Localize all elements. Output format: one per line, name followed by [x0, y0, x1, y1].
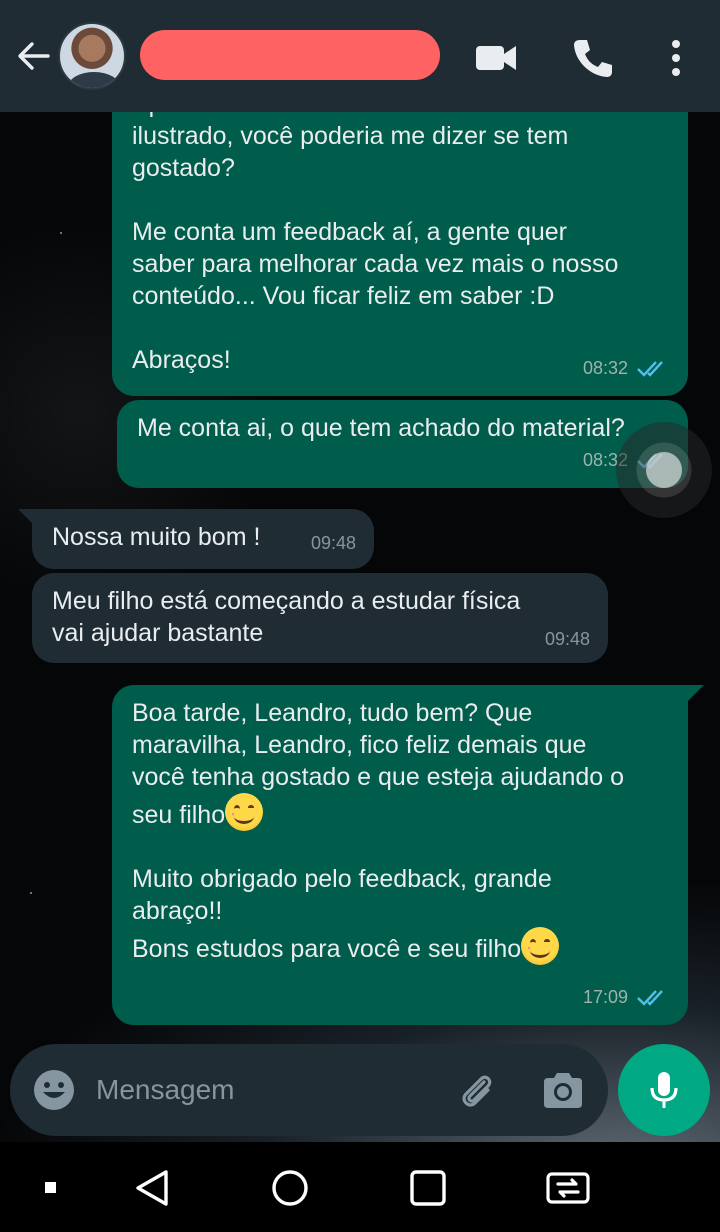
more-vert-icon[interactable]	[654, 36, 698, 80]
nav-recents-icon[interactable]	[408, 1168, 448, 1208]
message-time: 09:48	[310, 533, 356, 553]
message-text: Nossa muito bom !	[52, 523, 261, 551]
touch-indicator	[616, 422, 712, 518]
message-meta: 09:48	[311, 527, 356, 559]
nav-home-icon[interactable]	[270, 1168, 310, 1208]
message-text: Muito obrigado pelo feedback, grande abr…	[132, 865, 552, 963]
message-input[interactable]	[96, 1066, 426, 1114]
smiling-face-emoji-icon	[225, 793, 264, 831]
message-bubble-incoming[interactable]: Nossa muito bom ! 09:48	[32, 509, 374, 569]
video-call-icon[interactable]	[474, 36, 518, 80]
contact-name-redacted[interactable]	[140, 30, 440, 80]
message-text: ilustrado, você poderia me dizer se tem …	[132, 122, 619, 374]
dot-icon	[45, 1182, 56, 1193]
screen-switch-icon[interactable]	[546, 1168, 590, 1208]
message-time: 08:32	[582, 358, 628, 378]
message-time: 09:48	[544, 629, 590, 649]
message-text-block: Muito obrigado pelo feedback, grande abr…	[132, 863, 668, 965]
nav-back-icon[interactable]	[132, 1168, 172, 1208]
back-arrow-icon[interactable]	[14, 36, 54, 76]
message-meta: 09:48	[545, 623, 590, 655]
message-text: Boa tarde, Leandro, tudo bem? Que maravi…	[132, 699, 625, 829]
message-composer	[10, 1044, 608, 1136]
system-navigation-bar	[0, 1142, 720, 1232]
attach-icon[interactable]	[454, 1068, 498, 1112]
mic-button[interactable]	[618, 1044, 710, 1136]
message-text: Me conta ai, o que tem achado do materia…	[137, 414, 625, 442]
chat-header	[0, 0, 720, 112]
message-bubble-outgoing[interactable]: Boa tarde, Leandro, tudo bem? Que maravi…	[112, 685, 688, 1025]
message-time: 17:09	[582, 987, 628, 1007]
message-bubble-outgoing[interactable]: Me conta ai, o que tem achado do materia…	[117, 400, 688, 488]
camera-icon[interactable]	[540, 1068, 586, 1112]
mic-icon	[650, 1072, 678, 1108]
read-ticks-icon	[637, 361, 663, 377]
message-bubble-outgoing[interactable]: Após esses dias de estudo com o material…	[112, 88, 688, 396]
phone-icon[interactable]	[570, 36, 614, 80]
message-text: Meu filho está começando a estudar físic…	[52, 587, 521, 647]
emoji-icon[interactable]	[32, 1068, 76, 1112]
message-text-block: Boa tarde, Leandro, tudo bem? Que maravi…	[132, 697, 668, 831]
read-ticks-icon	[637, 990, 663, 1006]
smiling-face-emoji-icon	[521, 927, 560, 965]
message-bubble-incoming[interactable]: Meu filho está começando a estudar físic…	[32, 573, 608, 663]
message-meta: 08:32	[583, 352, 670, 384]
avatar[interactable]	[58, 22, 126, 90]
message-meta: 17:09	[583, 981, 670, 1013]
